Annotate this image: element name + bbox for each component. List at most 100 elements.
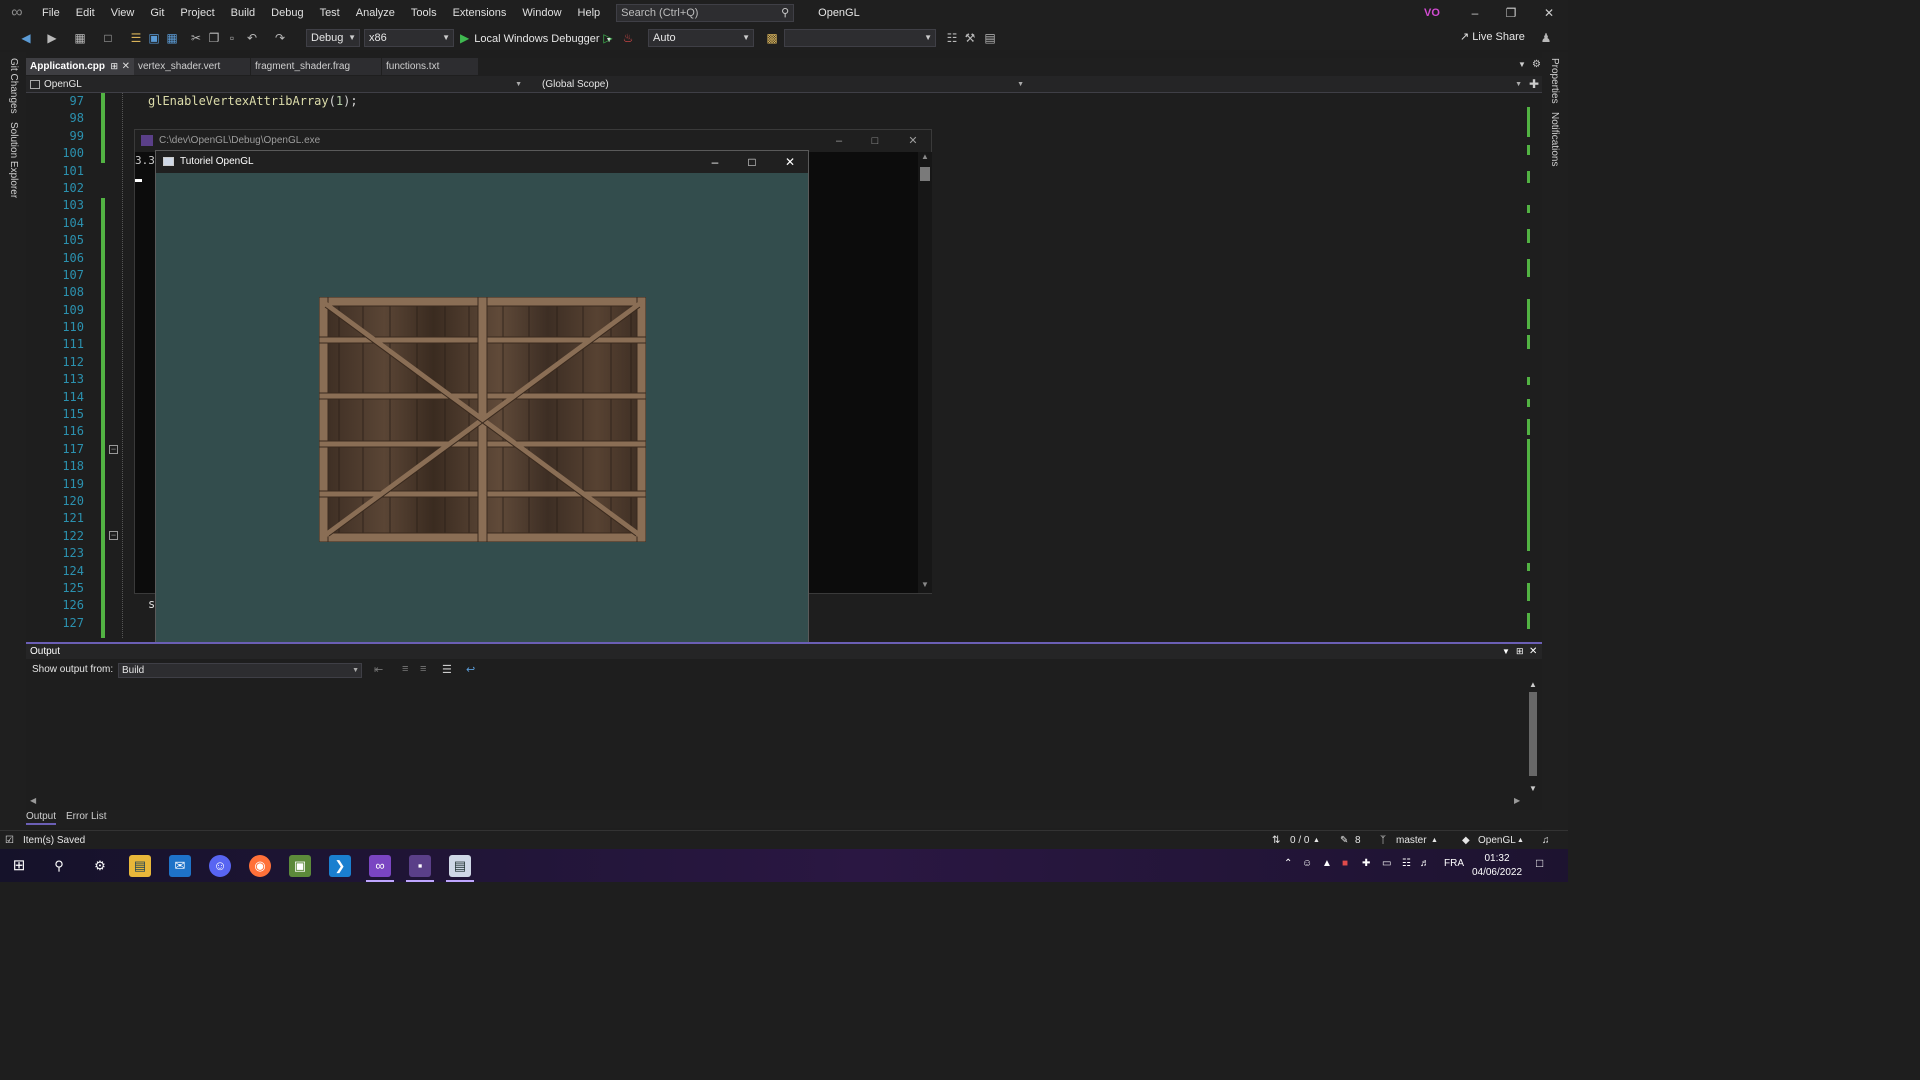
pending-changes-count[interactable]: 8: [1355, 831, 1361, 850]
close-icon[interactable]: ✕: [772, 151, 808, 173]
discord-tray-icon[interactable]: ☺: [1302, 858, 1312, 869]
mode-select[interactable]: Auto ▼: [648, 29, 754, 47]
browse-icon[interactable]: ▩: [764, 30, 780, 46]
close-icon[interactable]: ✕: [1530, 0, 1568, 26]
console-title-bar[interactable]: C:\dev\OpenGL\Debug\OpenGL.exe – □ ✕: [135, 130, 931, 152]
menu-debug[interactable]: Debug: [263, 0, 311, 26]
user-avatar[interactable]: VO: [1424, 5, 1440, 21]
visual-studio-icon[interactable]: ∞: [369, 855, 391, 877]
start-without-debugging-icon[interactable]: ▷: [600, 30, 616, 46]
restore-icon[interactable]: ❐: [1492, 0, 1530, 26]
open-file-icon[interactable]: ☰: [128, 30, 144, 46]
tab-application-cpp[interactable]: Application.cpp ⊞ ✕: [26, 58, 134, 75]
find-message-icon[interactable]: ⇤: [374, 663, 383, 676]
minecraft-icon[interactable]: ▣: [289, 855, 311, 877]
new-project-icon[interactable]: ▦: [72, 30, 88, 46]
maximize-icon[interactable]: □: [734, 151, 770, 173]
pin-icon[interactable]: ⊞: [110, 58, 118, 75]
menu-window[interactable]: Window: [514, 0, 569, 26]
cut-icon[interactable]: ✂: [188, 30, 204, 46]
window-layout-icon[interactable]: ▤: [982, 30, 998, 46]
menu-tools[interactable]: Tools: [403, 0, 445, 26]
project-dropdown[interactable]: OpenGL ▼: [28, 77, 524, 92]
platform-select[interactable]: x86 ▼: [364, 29, 454, 47]
solution-explorer-tab[interactable]: Solution Explorer: [8, 122, 19, 198]
chevron-right-icon[interactable]: ▶: [1514, 796, 1520, 805]
opengl-title-bar[interactable]: Tutoriel OpenGL – □ ✕: [156, 151, 808, 173]
menu-edit[interactable]: Edit: [68, 0, 103, 26]
console-app-icon[interactable]: ▪: [409, 855, 431, 877]
chevron-up-icon[interactable]: ▲: [1431, 831, 1438, 850]
save-icon[interactable]: ▣: [146, 30, 162, 46]
split-icon[interactable]: ✚: [1529, 77, 1539, 91]
layout-icon[interactable]: ☷: [944, 30, 960, 46]
mail-icon[interactable]: ✉: [169, 855, 191, 877]
chevron-up-icon[interactable]: ▲: [921, 152, 929, 161]
save-all-icon[interactable]: ▦: [164, 30, 180, 46]
menu-analyze[interactable]: Analyze: [348, 0, 403, 26]
menu-project[interactable]: Project: [172, 0, 222, 26]
clock[interactable]: 01:32 04/06/2022: [1470, 852, 1524, 880]
branch-name[interactable]: master: [1396, 831, 1427, 850]
repository-icon[interactable]: ◆: [1462, 831, 1470, 850]
minimize-icon[interactable]: –: [697, 151, 733, 173]
undo-icon[interactable]: ↶: [244, 30, 260, 46]
scroll-thumb[interactable]: [920, 167, 930, 181]
windows-start-icon[interactable]: ⊞: [8, 855, 30, 877]
panel-menu-icon[interactable]: ▼: [1502, 644, 1510, 659]
tab-error-list[interactable]: Error List: [66, 811, 107, 822]
input-language[interactable]: FRA: [1444, 858, 1464, 869]
menu-git[interactable]: Git: [142, 0, 172, 26]
wifi-icon[interactable]: ☷: [1402, 858, 1411, 869]
add-item-icon[interactable]: □: [100, 30, 116, 46]
start-debugging-button[interactable]: ▶ Local Windows Debugger ▼: [460, 29, 613, 47]
target-select[interactable]: ▼: [784, 29, 936, 47]
bell-icon[interactable]: ♫: [1542, 831, 1550, 850]
minimize-icon[interactable]: –: [821, 130, 857, 152]
chevron-down-icon[interactable]: ▼: [1529, 784, 1537, 793]
tab-output[interactable]: Output: [26, 811, 57, 825]
next-message-icon[interactable]: ≡: [420, 663, 426, 675]
previous-message-icon[interactable]: ≡: [402, 663, 408, 675]
maximize-icon[interactable]: □: [857, 130, 893, 152]
volume-icon[interactable]: ♬: [1420, 858, 1430, 869]
show-hidden-icons-icon[interactable]: ⌃: [1284, 858, 1292, 869]
chevron-up-icon[interactable]: ▲: [1529, 680, 1537, 689]
menu-extensions[interactable]: Extensions: [445, 0, 515, 26]
battery-icon[interactable]: ▭: [1382, 858, 1391, 869]
menu-build[interactable]: Build: [223, 0, 263, 26]
tab-fragment-shader[interactable]: fragment_shader.frag: [251, 58, 381, 75]
scroll-thumb[interactable]: [1529, 692, 1537, 776]
feedback-icon[interactable]: ♟: [1538, 30, 1554, 46]
console-scrollbar[interactable]: ▲ ▼: [918, 152, 932, 593]
chevron-up-icon[interactable]: ▲: [1517, 831, 1524, 850]
configuration-select[interactable]: Debug ▼: [306, 29, 360, 47]
network-app-tray-icon[interactable]: ✚: [1362, 858, 1370, 869]
sync-count[interactable]: 0 / 0: [1290, 831, 1309, 850]
drive-tray-icon[interactable]: ▲: [1322, 858, 1332, 869]
scope-dropdown[interactable]: (Global Scope) ▼: [542, 77, 1026, 92]
git-changes-tab[interactable]: Git Changes: [8, 58, 19, 114]
close-icon[interactable]: ✕: [895, 130, 931, 152]
clear-all-icon[interactable]: ☰: [442, 663, 452, 676]
menu-test[interactable]: Test: [312, 0, 348, 26]
firefox-icon[interactable]: ◉: [249, 855, 271, 877]
scrollbar-annotations[interactable]: [1526, 93, 1532, 638]
repository-name[interactable]: OpenGL: [1478, 831, 1516, 850]
menu-view[interactable]: View: [103, 0, 143, 26]
notifications-icon[interactable]: □: [1536, 856, 1543, 870]
close-tab-icon[interactable]: ✕: [122, 58, 130, 75]
minimize-icon[interactable]: –: [1456, 0, 1494, 26]
vscode-icon[interactable]: ❯: [329, 855, 351, 877]
menu-file[interactable]: File: [34, 0, 68, 26]
word-wrap-icon[interactable]: ↩: [466, 663, 475, 676]
menu-help[interactable]: Help: [570, 0, 609, 26]
antivirus-tray-icon[interactable]: ■: [1342, 858, 1348, 869]
search-icon[interactable]: ⚲: [48, 855, 70, 877]
properties-tab[interactable]: Properties: [1549, 58, 1560, 104]
copy-icon[interactable]: ❐: [206, 30, 222, 46]
member-dropdown[interactable]: ▼: [1028, 77, 1524, 92]
back-icon[interactable]: ◀: [18, 30, 34, 46]
collapse-icon[interactable]: −: [109, 531, 118, 540]
pin-icon[interactable]: ⊞: [1516, 644, 1524, 659]
